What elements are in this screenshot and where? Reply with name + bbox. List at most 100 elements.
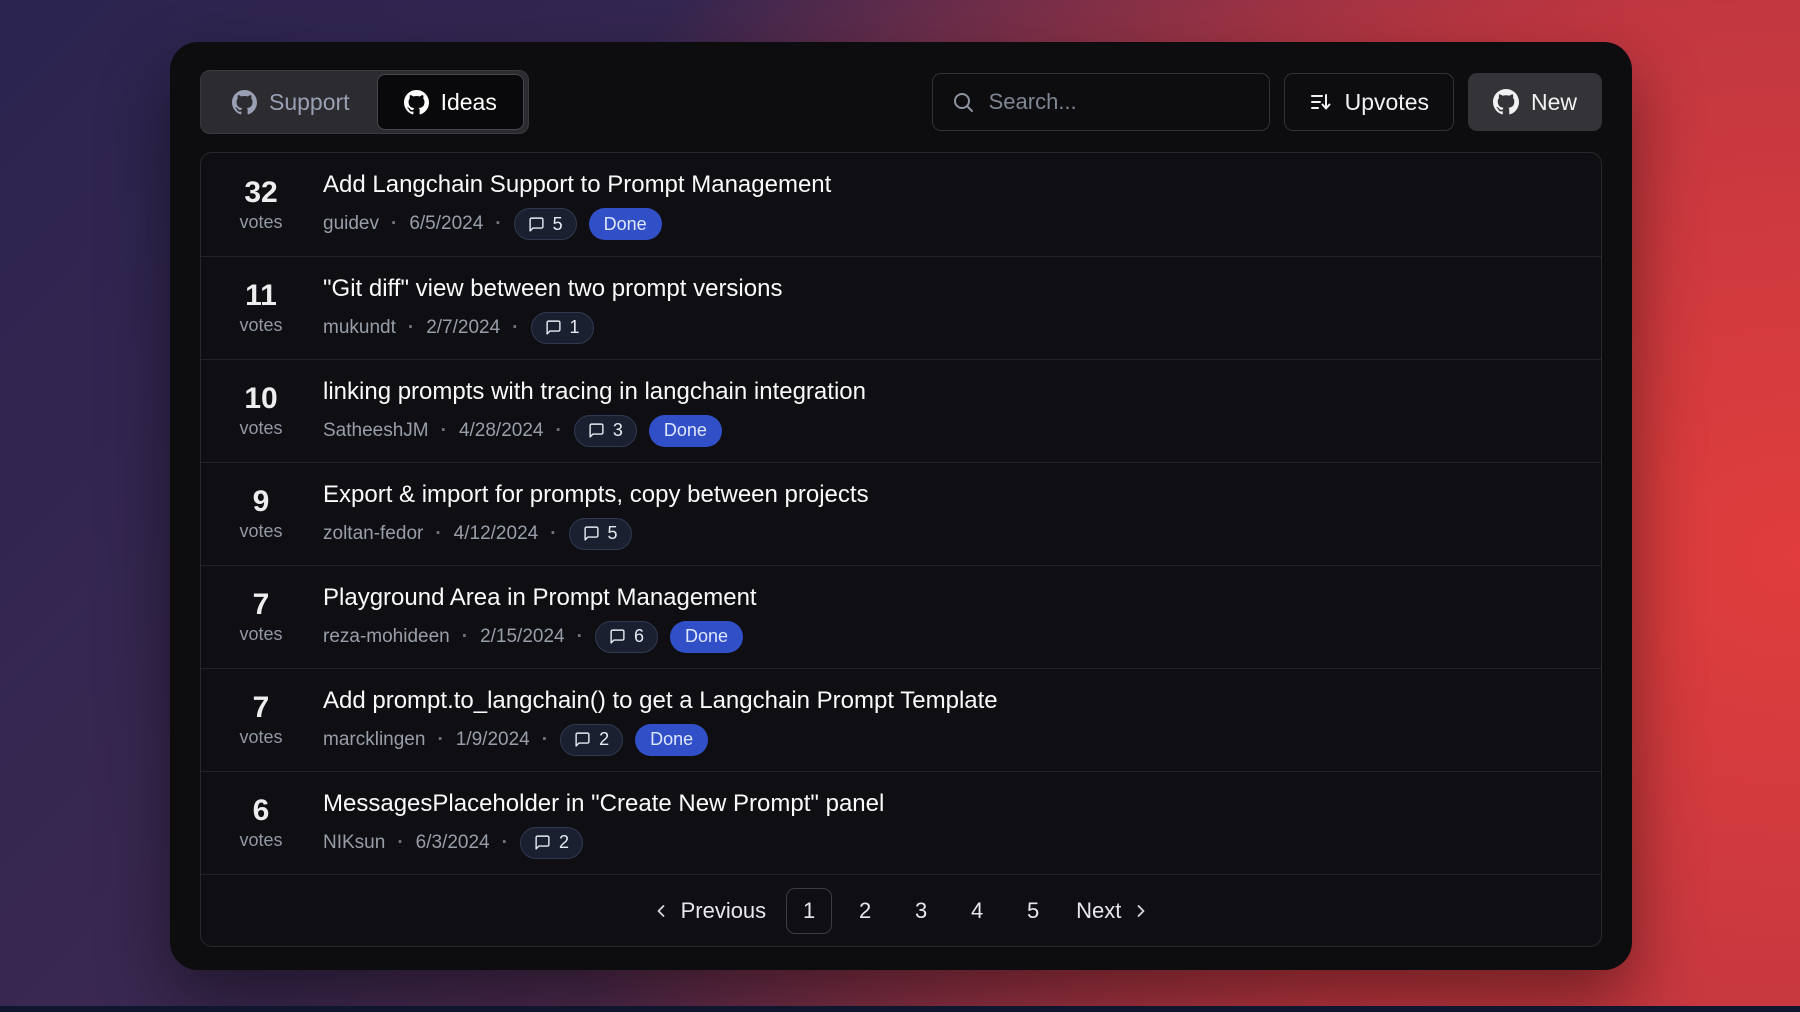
dot-separator: · [435, 523, 441, 545]
tab-support[interactable]: Support [205, 74, 377, 130]
vote-count-block: 11 votes [211, 279, 311, 337]
list-item[interactable]: 9 votes Export & import for prompts, cop… [201, 462, 1601, 565]
vote-count-block: 10 votes [211, 382, 311, 440]
pagination: Previous 12345 Next [201, 874, 1601, 946]
list-item[interactable]: 32 votes Add Langchain Support to Prompt… [201, 153, 1601, 256]
vote-label: votes [211, 416, 311, 440]
item-content: Add prompt.to_langchain() to get a Langc… [311, 685, 998, 756]
item-title[interactable]: Export & import for prompts, copy betwee… [323, 479, 869, 511]
comment-icon [609, 628, 626, 645]
dot-separator: · [462, 626, 468, 648]
comment-count-badge: 1 [531, 312, 594, 344]
status-badge: Done [589, 208, 662, 240]
page-button-3[interactable]: 3 [898, 888, 944, 934]
item-title[interactable]: Add Langchain Support to Prompt Manageme… [323, 169, 831, 201]
sort-upvotes-button[interactable]: Upvotes [1284, 73, 1454, 131]
page-button-2[interactable]: 2 [842, 888, 888, 934]
item-date: 2/7/2024 [426, 317, 500, 339]
item-date: 6/5/2024 [409, 213, 483, 235]
next-page-button[interactable]: Next [1066, 898, 1161, 924]
vote-number: 32 [211, 176, 311, 210]
item-content: MessagesPlaceholder in "Create New Promp… [311, 788, 884, 859]
page-button-1[interactable]: 1 [786, 888, 832, 934]
item-date: 1/9/2024 [456, 729, 530, 751]
item-title[interactable]: Playground Area in Prompt Management [323, 582, 757, 614]
item-meta: SatheeshJM · 4/28/2024 · 3 Done [323, 415, 866, 447]
comment-icon [545, 319, 562, 336]
comment-count-badge: 5 [569, 518, 632, 550]
vote-number: 9 [211, 485, 311, 519]
feedback-board-card: Support Ideas Upvotes New [170, 42, 1632, 970]
page-button-5[interactable]: 5 [1010, 888, 1056, 934]
comment-count: 1 [570, 317, 580, 338]
item-content: Add Langchain Support to Prompt Manageme… [311, 169, 831, 240]
status-badge: Done [635, 724, 708, 756]
comment-icon [588, 422, 605, 439]
vote-count-block: 7 votes [211, 691, 311, 749]
dot-separator: · [577, 626, 583, 648]
item-title[interactable]: linking prompts with tracing in langchai… [323, 376, 866, 408]
comment-count-badge: 6 [595, 621, 658, 653]
list-item[interactable]: 10 votes linking prompts with tracing in… [201, 359, 1601, 462]
board-tabs: Support Ideas [200, 70, 529, 134]
previous-label: Previous [681, 898, 767, 924]
comment-count-badge: 5 [514, 208, 577, 240]
vote-label: votes [211, 313, 311, 337]
chevron-left-icon [651, 901, 671, 921]
vote-count-block: 32 votes [211, 176, 311, 234]
dot-separator: · [542, 729, 548, 751]
github-icon [404, 90, 429, 115]
new-idea-button[interactable]: New [1468, 73, 1602, 131]
dot-separator: · [512, 317, 518, 339]
item-content: Export & import for prompts, copy betwee… [311, 479, 869, 550]
dot-separator: · [437, 729, 443, 751]
dot-separator: · [555, 420, 561, 442]
list-item[interactable]: 11 votes "Git diff" view between two pro… [201, 256, 1601, 359]
new-button-label: New [1531, 89, 1577, 116]
item-title[interactable]: MessagesPlaceholder in "Create New Promp… [323, 788, 884, 820]
vote-count-block: 9 votes [211, 485, 311, 543]
vote-count-block: 6 votes [211, 794, 311, 852]
list-item[interactable]: 7 votes Add prompt.to_langchain() to get… [201, 668, 1601, 771]
tab-ideas-label: Ideas [441, 89, 497, 116]
vote-number: 11 [211, 279, 311, 313]
tab-support-label: Support [269, 89, 350, 116]
next-label: Next [1076, 898, 1121, 924]
page-button-4[interactable]: 4 [954, 888, 1000, 934]
tab-ideas[interactable]: Ideas [377, 74, 524, 130]
page-numbers: 12345 [786, 888, 1056, 934]
comment-count: 3 [613, 420, 623, 441]
comment-count: 2 [559, 832, 569, 853]
item-meta: marcklingen · 1/9/2024 · 2 Done [323, 724, 998, 756]
search-box[interactable] [932, 73, 1270, 131]
previous-page-button[interactable]: Previous [641, 898, 777, 924]
toolbar-actions: Upvotes New [932, 73, 1602, 131]
status-badge: Done [670, 621, 743, 653]
vote-label: votes [211, 725, 311, 749]
vote-label: votes [211, 622, 311, 646]
search-icon [951, 90, 975, 114]
comment-count-badge: 2 [560, 724, 623, 756]
item-meta: zoltan-fedor · 4/12/2024 · 5 [323, 518, 869, 550]
item-author: SatheeshJM [323, 420, 429, 442]
item-meta: NIKsun · 6/3/2024 · 2 [323, 827, 884, 859]
dot-separator: · [391, 213, 397, 235]
vote-number: 10 [211, 382, 311, 416]
status-badge: Done [649, 415, 722, 447]
item-meta: reza-mohideen · 2/15/2024 · 6 Done [323, 621, 757, 653]
item-title[interactable]: "Git diff" view between two prompt versi… [323, 273, 782, 305]
comment-icon [528, 216, 545, 233]
comment-count: 2 [599, 729, 609, 750]
list-item[interactable]: 6 votes MessagesPlaceholder in "Create N… [201, 771, 1601, 874]
vote-count-block: 7 votes [211, 588, 311, 646]
item-author: zoltan-fedor [323, 523, 423, 545]
dot-separator: · [408, 317, 414, 339]
item-author: guidev [323, 213, 379, 235]
list-item[interactable]: 7 votes Playground Area in Prompt Manage… [201, 565, 1601, 668]
item-title[interactable]: Add prompt.to_langchain() to get a Langc… [323, 685, 998, 717]
vote-number: 7 [211, 691, 311, 725]
item-content: "Git diff" view between two prompt versi… [311, 273, 782, 344]
idea-list: 32 votes Add Langchain Support to Prompt… [201, 153, 1601, 874]
search-input[interactable] [989, 89, 1251, 115]
ideas-panel: 32 votes Add Langchain Support to Prompt… [200, 152, 1602, 947]
